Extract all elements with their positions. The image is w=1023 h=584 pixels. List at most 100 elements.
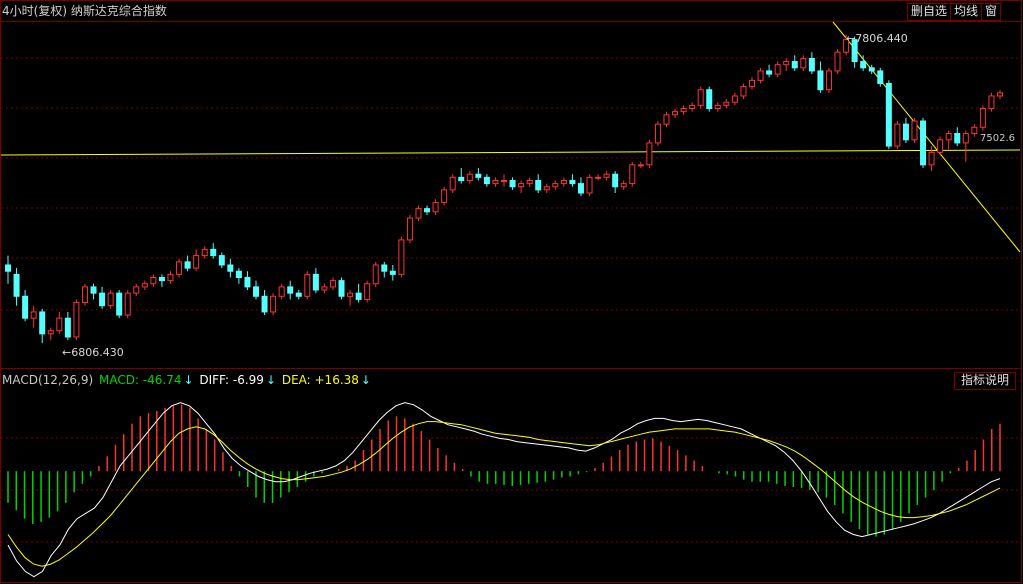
candle-body bbox=[483, 176, 490, 185]
candle-body bbox=[81, 286, 88, 304]
window-button[interactable]: 窗 bbox=[981, 3, 1002, 21]
down-arrow-icon: ↓ bbox=[183, 373, 194, 387]
candle-body bbox=[629, 164, 636, 185]
candle-body bbox=[937, 139, 944, 153]
chart-canvas[interactable] bbox=[0, 0, 1023, 584]
candle-body bbox=[595, 176, 602, 179]
candle-body bbox=[364, 283, 371, 300]
candle-body bbox=[406, 217, 413, 241]
candle-body bbox=[689, 104, 696, 109]
candle-body bbox=[278, 286, 285, 297]
candle-body bbox=[577, 183, 584, 194]
candle-body bbox=[740, 86, 747, 97]
candle-body bbox=[30, 311, 37, 319]
candle-body bbox=[218, 255, 225, 266]
candle-body bbox=[56, 317, 63, 332]
candle-body bbox=[253, 286, 259, 297]
candle-body bbox=[449, 176, 456, 191]
candle-body bbox=[501, 179, 507, 182]
remove-favorite-button[interactable]: 删自选 bbox=[907, 3, 952, 21]
candle-body bbox=[398, 239, 405, 275]
candle-body bbox=[620, 183, 627, 188]
candle-body bbox=[492, 179, 499, 185]
candle-body bbox=[381, 264, 388, 272]
candle-body bbox=[235, 270, 242, 279]
candle-body bbox=[441, 189, 448, 203]
candle-body bbox=[5, 264, 11, 272]
indicator-help-button[interactable]: 指标说明 bbox=[954, 372, 1017, 390]
candle-body bbox=[911, 120, 918, 141]
candle-body bbox=[560, 179, 567, 185]
down-arrow-icon: ↓ bbox=[265, 373, 276, 387]
candle-body bbox=[329, 280, 336, 288]
candle-body bbox=[808, 57, 815, 72]
candle-body bbox=[928, 151, 935, 166]
low-price-label: ←6806.430 bbox=[62, 346, 124, 359]
candle-body bbox=[680, 108, 687, 113]
candle-body bbox=[150, 277, 157, 285]
candle-body bbox=[518, 183, 525, 188]
candle-body bbox=[894, 123, 901, 147]
candle-body bbox=[817, 70, 824, 91]
candle-body bbox=[860, 61, 867, 69]
candle-body bbox=[338, 280, 345, 297]
candle-body bbox=[885, 82, 892, 147]
candle-body bbox=[321, 286, 328, 291]
candle-body bbox=[295, 292, 302, 297]
candle-body bbox=[749, 79, 755, 88]
down-arrow-icon: ↓ bbox=[360, 373, 371, 387]
candle-body bbox=[90, 286, 97, 294]
candle-body bbox=[176, 261, 183, 275]
candle-body bbox=[389, 270, 396, 275]
left-arrow-icon: ← bbox=[846, 32, 856, 45]
candle-body bbox=[424, 208, 431, 213]
candle-body bbox=[723, 101, 730, 106]
candle-body bbox=[312, 273, 319, 291]
candle-body bbox=[569, 179, 576, 185]
candle-body bbox=[637, 164, 644, 167]
candle-body bbox=[244, 277, 251, 288]
candle-body bbox=[458, 176, 465, 181]
candle-body bbox=[210, 248, 217, 257]
current-price-tag: 7502.6 bbox=[979, 133, 1016, 144]
candle-body bbox=[47, 330, 54, 335]
candle-body bbox=[757, 70, 764, 81]
candle-body bbox=[979, 108, 986, 128]
candle-body bbox=[954, 133, 961, 144]
candle-body bbox=[22, 295, 29, 319]
left-arrow-icon: ← bbox=[62, 346, 72, 359]
candle-body bbox=[962, 133, 969, 144]
candle-body bbox=[731, 95, 738, 103]
candle-body bbox=[99, 292, 106, 307]
macd-legend: MACD(12,26,9) MACD: -46.74 ↓ DIFF: -6.99 ↓… bbox=[2, 372, 373, 388]
candle-body bbox=[714, 104, 721, 109]
candle-body bbox=[193, 255, 200, 269]
moving-average-button[interactable]: 均线 bbox=[950, 3, 983, 21]
candle-body bbox=[270, 295, 277, 313]
candle-body bbox=[509, 179, 516, 188]
candle-body bbox=[868, 67, 875, 72]
candle-body bbox=[526, 179, 533, 185]
candle-body bbox=[654, 123, 661, 144]
candle-body bbox=[167, 273, 174, 282]
candle-body bbox=[133, 286, 140, 294]
candle-body bbox=[791, 61, 798, 69]
candle-body bbox=[261, 295, 268, 313]
candle-body bbox=[116, 292, 123, 316]
candle-body bbox=[766, 70, 773, 75]
candle-body bbox=[13, 273, 20, 297]
candle-body bbox=[877, 70, 884, 84]
candle-body bbox=[107, 292, 114, 307]
candle-body bbox=[612, 173, 619, 188]
candle-body bbox=[800, 57, 807, 69]
candle-body bbox=[945, 133, 952, 141]
candle-body bbox=[586, 176, 593, 194]
candle-body bbox=[372, 264, 379, 285]
candle-body bbox=[39, 311, 46, 335]
candle-body bbox=[552, 183, 559, 188]
macd-params: MACD(12,26,9) bbox=[2, 373, 94, 387]
high-price-label: ←7806.440 bbox=[846, 32, 908, 45]
support-trendline bbox=[0, 149, 1021, 156]
candle-body bbox=[141, 283, 148, 288]
candle-body bbox=[646, 142, 653, 166]
